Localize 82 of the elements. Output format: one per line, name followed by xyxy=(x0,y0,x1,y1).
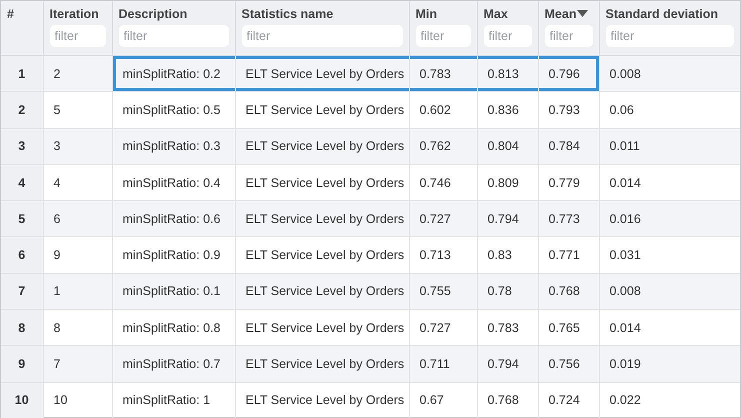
table-cell: 1 xyxy=(43,273,112,310)
table-cell[interactable]: minSplitRatio: 0.1 xyxy=(112,273,235,310)
row-number: 6 xyxy=(1,236,43,274)
filter-field[interactable]: filter xyxy=(544,25,592,47)
table-cell: 5 xyxy=(43,92,112,128)
table-cell: 0.784 xyxy=(538,128,599,164)
table-cell: 0.813 xyxy=(477,56,538,92)
row-number: 7 xyxy=(1,273,43,310)
table-cell[interactable]: minSplitRatio: 0.2 xyxy=(112,56,235,92)
table-cell: 0.724 xyxy=(538,382,599,418)
table-cell: 0.755 xyxy=(409,273,477,310)
column-label[interactable]: Statistics name xyxy=(242,7,334,21)
table-cell: 0.768 xyxy=(538,273,599,310)
filter-field[interactable]: filter xyxy=(416,25,470,47)
table-cell: 10 xyxy=(43,382,112,418)
filter-field[interactable]: filter xyxy=(484,25,532,47)
table-cell[interactable]: minSplitRatio: 1 xyxy=(112,382,235,418)
filter-field[interactable]: filter xyxy=(50,25,106,47)
table-cell: 0.794 xyxy=(477,346,538,382)
table-cell: 0.008 xyxy=(599,56,740,92)
table-cell: 0.019 xyxy=(599,346,740,382)
column-label[interactable]: Min xyxy=(416,7,438,21)
table-cell: 0.794 xyxy=(477,200,538,237)
table-cell: 0.793 xyxy=(538,92,599,128)
table-cell: 0.713 xyxy=(409,236,477,274)
table-cell: 0.836 xyxy=(477,92,538,128)
row-number: 9 xyxy=(1,346,43,382)
table-cell: 0.762 xyxy=(409,128,477,164)
table-cell: 0.756 xyxy=(538,346,599,382)
table-cell: 0.78 xyxy=(477,273,538,310)
table-cell: 2 xyxy=(43,56,112,92)
row-number: 4 xyxy=(1,164,43,201)
table-cell: 9 xyxy=(43,236,112,274)
table-cell: ELT Service Level by Orders xyxy=(235,128,409,164)
table-cell: 0.783 xyxy=(409,56,477,92)
table-cell: 0.771 xyxy=(538,236,599,274)
column-label[interactable]: Max xyxy=(484,7,508,21)
table-cell: 0.773 xyxy=(538,200,599,237)
table-cell: 0.67 xyxy=(409,382,477,418)
table-cell: 0.022 xyxy=(599,382,740,418)
table-cell[interactable]: minSplitRatio: 0.6 xyxy=(112,200,235,237)
table-cell: ELT Service Level by Orders xyxy=(235,200,409,237)
table-cell[interactable]: minSplitRatio: 0.9 xyxy=(112,236,235,274)
table-cell: 0.011 xyxy=(599,128,740,164)
table-cell: 0.602 xyxy=(409,92,477,128)
row-number: 5 xyxy=(1,200,43,237)
column-label[interactable]: Iteration xyxy=(50,7,99,21)
table-cell: 0.804 xyxy=(477,128,538,164)
filter-field[interactable]: filter xyxy=(242,25,402,47)
column-label[interactable]: Standard deviation xyxy=(606,7,718,21)
filter-field[interactable]: filter xyxy=(606,25,734,47)
row-number: 3 xyxy=(1,128,43,164)
table-cell: ELT Service Level by Orders xyxy=(235,382,409,418)
table-cell: 0.796 xyxy=(538,56,599,92)
table-cell: 0.06 xyxy=(599,92,740,128)
row-number: 10 xyxy=(1,382,43,418)
filter-field[interactable]: filter xyxy=(118,25,228,47)
table-cell: 7 xyxy=(43,346,112,382)
row-number: 8 xyxy=(1,310,43,346)
table-cell: ELT Service Level by Orders xyxy=(235,56,409,92)
table-cell[interactable]: minSplitRatio: 0.5 xyxy=(112,92,235,128)
table-cell: ELT Service Level by Orders xyxy=(235,236,409,274)
table-cell: 6 xyxy=(43,200,112,237)
table-cell: ELT Service Level by Orders xyxy=(235,346,409,382)
table-cell[interactable]: minSplitRatio: 0.3 xyxy=(112,128,235,164)
table-cell: ELT Service Level by Orders xyxy=(235,273,409,310)
row-number: 2 xyxy=(1,92,43,128)
column-label[interactable]: # xyxy=(7,7,14,21)
column-label[interactable]: Description xyxy=(118,7,188,21)
table-cell: 3 xyxy=(43,128,112,164)
column-label[interactable]: Mean xyxy=(544,7,576,21)
table-cell: 0.83 xyxy=(477,236,538,274)
table-cell[interactable]: minSplitRatio: 0.7 xyxy=(112,346,235,382)
table-cell: 0.008 xyxy=(599,273,740,310)
sort-descending-icon[interactable] xyxy=(577,10,588,18)
table-cell: 0.727 xyxy=(409,200,477,237)
row-number: 1 xyxy=(1,56,43,92)
table-cell: 0.768 xyxy=(477,382,538,418)
table-cell: 0.711 xyxy=(409,346,477,382)
table-cell: 0.031 xyxy=(599,236,740,274)
table-cell: ELT Service Level by Orders xyxy=(235,92,409,128)
table-cell: 0.016 xyxy=(599,200,740,237)
